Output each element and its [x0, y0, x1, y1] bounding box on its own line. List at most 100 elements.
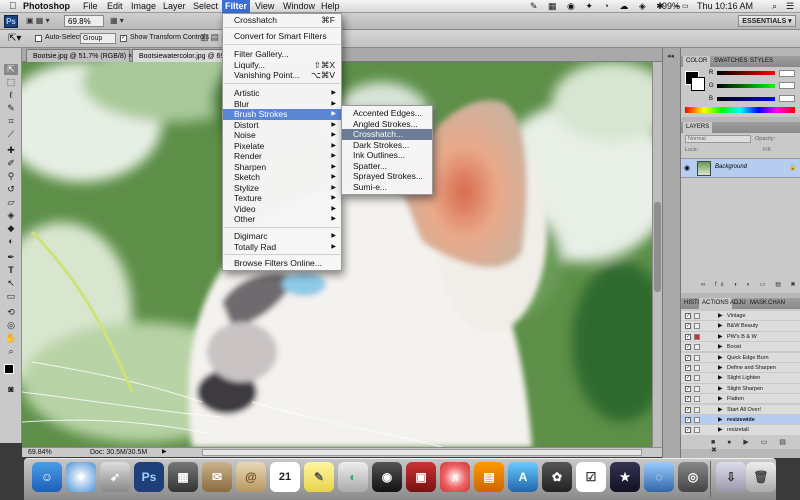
auto-select-checkbox[interactable]	[35, 35, 42, 42]
menu-item-vanishing-point[interactable]: Vanishing Point... ⌥⌘V	[223, 70, 341, 81]
itunes-icon[interactable]: ♫	[440, 462, 470, 492]
dialog-toggle[interactable]	[694, 427, 700, 434]
zoom-tool-icon[interactable]: ⌕	[4, 346, 18, 357]
menu-select[interactable]: Select	[190, 0, 221, 13]
menu-item-video[interactable]: Video ▶	[223, 204, 341, 215]
action-row[interactable]: ✓ ▶ Flatten	[681, 394, 800, 405]
blend-mode-select[interactable]: Normal	[685, 135, 751, 143]
action-row[interactable]: ✓ ▶ Start All Over!	[681, 404, 800, 415]
menu-item-liquify[interactable]: Liquify... ⇧⌘X	[223, 60, 341, 71]
history-brush-icon[interactable]: ↺	[4, 184, 18, 195]
color-spectrum[interactable]	[685, 107, 795, 113]
battery-percent[interactable]: 99%	[662, 0, 680, 13]
app-store-icon[interactable]: A	[508, 462, 538, 492]
move-tool-icon[interactable]: ⇱▾	[8, 33, 21, 44]
eraser-icon[interactable]: ▱	[4, 197, 18, 208]
messages-icon[interactable]: ◌	[644, 462, 674, 492]
action-row-selected[interactable]: ✓ ▶ resizewide	[681, 415, 800, 426]
menu-item-filter-gallery[interactable]: Filter Gallery...	[223, 49, 341, 60]
action-row[interactable]: ✓ ▶ B&W Beauty	[681, 321, 800, 332]
dialog-toggle[interactable]	[694, 365, 700, 371]
expand-triangle-icon[interactable]: ▶	[718, 384, 723, 394]
tab-bootsie[interactable]: Bootsie.jpg @ 51.7% (RGB/8) ×	[26, 49, 132, 62]
facetime-icon[interactable]: ◉	[372, 462, 402, 492]
menu-item-stylize[interactable]: Stylize ▶	[223, 183, 341, 194]
menu-window[interactable]: Window	[280, 0, 318, 13]
dialog-toggle[interactable]	[694, 344, 700, 351]
mail-icon[interactable]: ✉	[202, 462, 232, 492]
bridge-icon[interactable]: ▣ ▦ ▾	[26, 16, 50, 25]
dialog-toggle[interactable]	[694, 323, 700, 330]
eyedropper-icon[interactable]: ⟋	[4, 129, 18, 140]
notes-icon[interactable]: ✎	[304, 462, 334, 492]
photo-booth-icon[interactable]: ▣	[406, 462, 436, 492]
menu-item-artistic[interactable]: Artistic ▶	[223, 88, 341, 99]
menu-item-pixelate[interactable]: Pixelate ▶	[223, 141, 341, 152]
expand-triangle-icon[interactable]: ▶	[718, 405, 723, 415]
auto-select-dropdown[interactable]: Group	[80, 33, 116, 44]
launchpad-icon[interactable]: ➶	[100, 462, 130, 492]
reminders-icon[interactable]: ☑	[576, 462, 606, 492]
submenu-spatter[interactable]: Spatter...	[342, 161, 432, 172]
action-row[interactable]: ✓ ▶ Quick Edge Burn	[681, 352, 800, 363]
preview-icon[interactable]: ◐	[338, 462, 368, 492]
menu-item-texture[interactable]: Texture ▶	[223, 193, 341, 204]
action-checkbox[interactable]: ✓	[685, 313, 691, 319]
expand-triangle-icon[interactable]: ▶	[718, 373, 723, 383]
bg-color-chip[interactable]	[691, 77, 705, 91]
photo-browser-icon[interactable]: ▦	[168, 462, 198, 492]
dialog-toggle[interactable]	[694, 313, 700, 319]
tab-layers[interactable]: LAYERS	[683, 122, 713, 133]
status-arrow-icon[interactable]: ▶	[162, 448, 167, 457]
action-row[interactable]: ✓ ▶ Slight Lighten	[681, 373, 800, 384]
menu-item-noise[interactable]: Noise ▶	[223, 130, 341, 141]
dodge-tool-icon[interactable]: ◐	[4, 236, 18, 247]
expand-triangle-icon[interactable]: ▶	[718, 353, 723, 363]
expand-triangle-icon[interactable]: ▶	[718, 321, 723, 331]
expand-triangle-icon[interactable]: ▶	[718, 394, 723, 404]
imovie-icon[interactable]: ★	[610, 462, 640, 492]
tab-adjustments[interactable]: ADJU	[727, 298, 749, 309]
g-value-field[interactable]	[779, 82, 795, 89]
submenu-accented-edges[interactable]: Accented Edges...	[342, 108, 432, 119]
arrange-icon[interactable]: ▦ ▾	[110, 16, 124, 25]
menu-item-render[interactable]: Render ▶	[223, 151, 341, 162]
type-tool-icon[interactable]: T	[4, 265, 18, 276]
quick-select-icon[interactable]: ✎	[4, 103, 18, 114]
crop-tool-icon[interactable]: ⌗	[4, 116, 18, 127]
action-checkbox[interactable]: ✓	[685, 365, 691, 371]
paint-bucket-icon[interactable]: ◈	[4, 210, 18, 221]
action-checkbox[interactable]: ✓	[685, 375, 691, 382]
camera-icon[interactable]: ◎	[678, 462, 708, 492]
dialog-toggle[interactable]	[694, 417, 700, 423]
ibooks-icon[interactable]: ▤	[474, 462, 504, 492]
action-checkbox[interactable]: ✓	[685, 385, 691, 392]
action-checkbox[interactable]: ✓	[685, 417, 691, 423]
submenu-sprayed-strokes[interactable]: Sprayed Strokes...	[342, 171, 432, 182]
tab-color[interactable]: COLOR	[683, 56, 711, 67]
action-checkbox[interactable]: ✓	[685, 323, 691, 330]
expand-triangle-icon[interactable]: ▶	[718, 311, 723, 321]
trash-icon[interactable]: 🗑	[746, 462, 776, 492]
expand-triangle-icon[interactable]: ▶	[718, 342, 723, 352]
action-checkbox[interactable]: ✓	[685, 344, 691, 351]
dialog-toggle[interactable]	[694, 354, 700, 361]
submenu-ink-outlines[interactable]: Ink Outlines...	[342, 150, 432, 161]
finder-icon[interactable]: ☺	[32, 462, 62, 492]
dialog-toggle[interactable]	[694, 385, 700, 392]
action-checkbox[interactable]: ✓	[685, 406, 691, 413]
menu-item-digimarc[interactable]: Digimarc ▶	[223, 231, 341, 242]
submenu-dark-strokes[interactable]: Dark Strokes...	[342, 140, 432, 151]
notifications-icon[interactable]: ☰	[786, 0, 794, 13]
app-menu[interactable]: Photoshop	[20, 0, 73, 13]
action-row[interactable]: ✓ ▶ resizetall	[681, 425, 800, 436]
action-checkbox[interactable]: ✓	[685, 354, 691, 361]
marquee-tool-icon[interactable]: ⬚	[4, 77, 18, 88]
status-zoom[interactable]: 69.84%	[28, 448, 52, 457]
layer-row-background[interactable]: ◉ Background 🔒	[681, 158, 800, 178]
action-row[interactable]: ✓ ▶ Define and Sharpen	[681, 363, 800, 374]
transform-checkbox[interactable]: ✓	[120, 35, 127, 42]
horizontal-scrollbar[interactable]	[202, 449, 642, 456]
menu-file[interactable]: File	[80, 0, 101, 13]
3d-orbit-icon[interactable]: ◎	[4, 320, 18, 331]
